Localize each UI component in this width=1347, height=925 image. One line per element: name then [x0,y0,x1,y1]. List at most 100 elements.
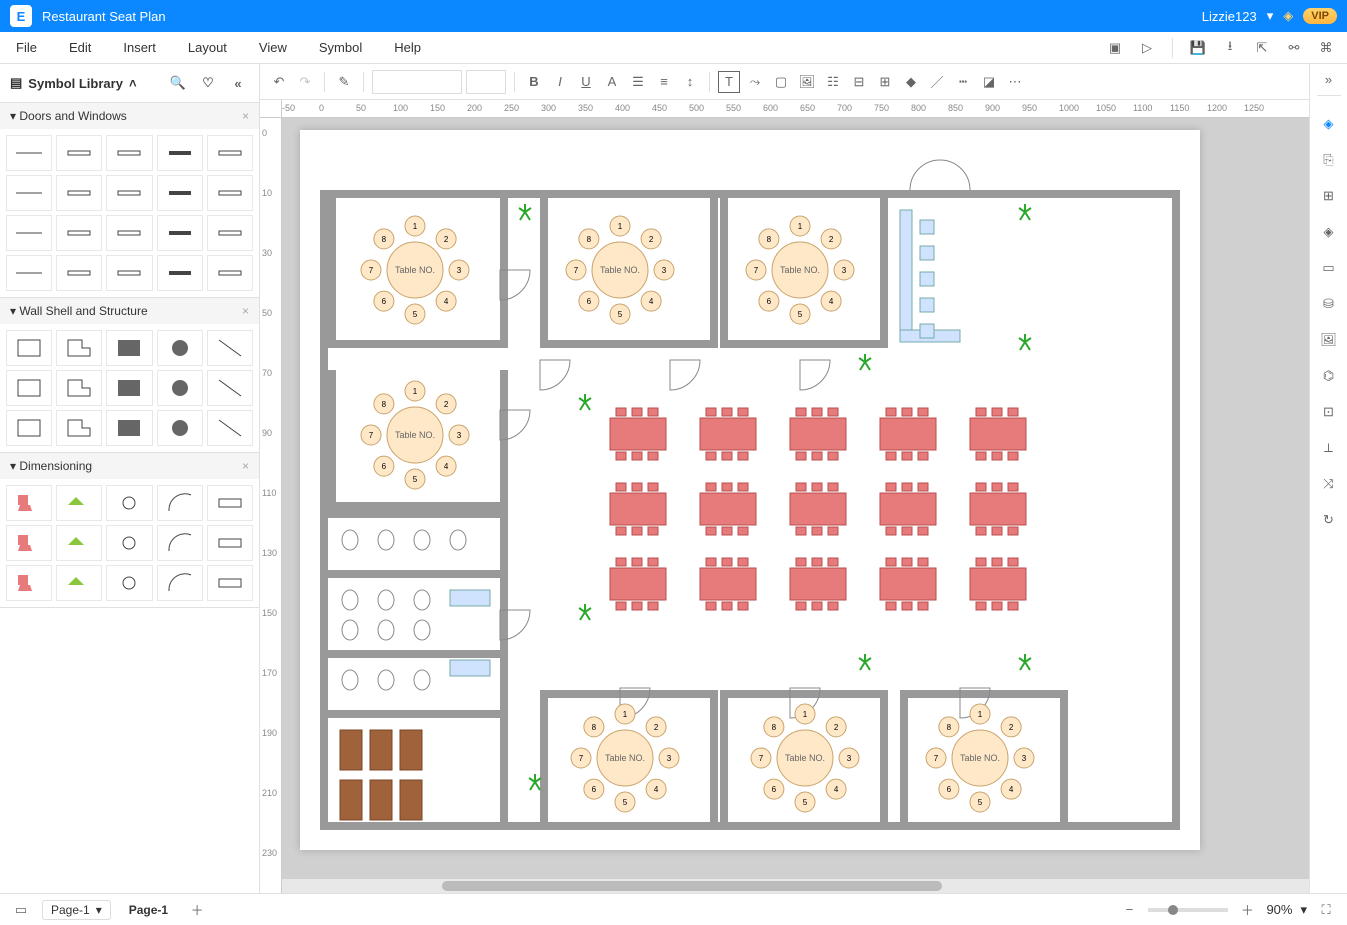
align-objects-icon[interactable]: ⊟ [848,71,870,93]
lib-symbol[interactable] [207,485,253,521]
canvas-area[interactable]: -500501001502002503003504004505005506006… [260,100,1309,893]
reception-counter[interactable] [900,210,960,342]
layers-icon[interactable]: ◈ [1317,220,1341,244]
zoom-slider[interactable] [1148,908,1228,912]
theme-icon[interactable]: ◈ [1317,112,1341,136]
rect-table[interactable] [610,408,666,460]
lib-symbol[interactable] [207,525,253,561]
search-icon[interactable]: 🔍 [167,72,189,94]
lib-symbol[interactable] [207,255,253,291]
lib-section-header[interactable]: ▾ Doors and Windows× [0,103,259,129]
page-layout-icon[interactable]: ▭ [10,899,32,921]
font-size-input[interactable] [466,70,506,94]
close-icon[interactable]: × [242,304,249,318]
floorplan-drawing[interactable]: Table NO.12345678 Table NO.12345678 Table … [320,150,1180,830]
plant-icon[interactable] [859,654,871,670]
share-icon[interactable]: ⚯ [1283,37,1305,59]
lib-symbol[interactable] [56,330,102,366]
download-icon[interactable]: ⭳ [1219,37,1241,59]
lib-symbol[interactable] [6,175,52,211]
menu-edit[interactable]: Edit [63,40,97,55]
lib-symbol[interactable] [6,410,52,446]
history-icon[interactable]: ↻ [1317,508,1341,532]
round-table[interactable]: Table NO.12345678 [361,381,469,489]
menu-file[interactable]: File [10,40,43,55]
rect-table[interactable] [610,558,666,610]
toilet-icon[interactable] [378,530,394,550]
expand-panel-icon[interactable]: » [1317,72,1341,96]
lib-symbol[interactable] [157,565,203,601]
plant-icon[interactable] [529,774,541,790]
ruler-icon[interactable]: ⟂ [1317,436,1341,460]
lib-symbol[interactable] [157,330,203,366]
slides-icon[interactable]: ▭ [1317,256,1341,280]
lib-symbol[interactable] [6,370,52,406]
lib-symbol[interactable] [6,135,52,171]
lib-symbol[interactable] [6,565,52,601]
lib-symbol[interactable] [207,175,253,211]
plant-icon[interactable] [1019,204,1031,220]
collapse-icon[interactable]: « [227,72,249,94]
lib-symbol[interactable] [157,370,203,406]
rect-table[interactable] [700,483,756,535]
lib-symbol[interactable] [157,525,203,561]
grid-panel-icon[interactable]: ⊞ [1317,184,1341,208]
plant-icon[interactable] [1019,654,1031,670]
lib-symbol[interactable] [207,215,253,251]
presentation-icon[interactable]: ▣ [1104,37,1126,59]
lib-symbol[interactable] [106,525,152,561]
lib-symbol[interactable] [106,565,152,601]
zoom-out-icon[interactable]: − [1118,899,1140,921]
lib-symbol[interactable] [207,370,253,406]
rect-table[interactable] [880,483,936,535]
lib-symbol[interactable] [157,135,203,171]
plant-icon[interactable] [1019,334,1031,350]
lib-symbol[interactable] [157,255,203,291]
list-icon[interactable]: ≡ [653,71,675,93]
arrange-icon[interactable]: ☷ [822,71,844,93]
underline-icon[interactable]: U [575,71,597,93]
lib-symbol[interactable] [56,255,102,291]
chevron-down-icon[interactable]: ▾ [1300,902,1307,918]
rect-table[interactable] [700,558,756,610]
close-icon[interactable]: × [242,109,249,123]
bold-icon[interactable]: B [523,71,545,93]
export-panel-icon[interactable]: ⎘ [1317,148,1341,172]
shadow-icon[interactable]: ◪ [978,71,1000,93]
lib-symbol[interactable] [6,525,52,561]
round-table[interactable]: Table NO.12345678 [926,704,1034,812]
binoculars-icon[interactable]: ⌘ [1315,37,1337,59]
lib-symbol[interactable] [6,330,52,366]
image-icon[interactable]: 🖼 [796,71,818,93]
menu-symbol[interactable]: Symbol [313,40,368,55]
font-name-input[interactable] [372,70,462,94]
lib-symbol[interactable] [207,330,253,366]
line-icon[interactable]: ／ [926,71,948,93]
fullscreen-icon[interactable]: ⛶ [1315,899,1337,921]
lib-symbol[interactable] [106,370,152,406]
text-tool-icon[interactable]: T [718,71,740,93]
menu-layout[interactable]: Layout [182,40,233,55]
export-icon[interactable]: ⇱ [1251,37,1273,59]
shuffle-icon[interactable]: ⤨ [1317,472,1341,496]
lib-section-header[interactable]: ▾ Wall Shell and Structure× [0,298,259,324]
page-tab[interactable]: Page-1 [121,903,176,917]
picture-icon[interactable]: 🖼 [1317,328,1341,352]
toilet-icon[interactable] [450,530,466,550]
lib-symbol[interactable] [157,485,203,521]
chevron-up-icon[interactable]: ˄ [129,76,137,91]
tree-icon[interactable]: ⌬ [1317,364,1341,388]
heart-icon[interactable]: ♡ [197,72,219,94]
redo-icon[interactable]: ↷ [294,71,316,93]
lib-symbol[interactable] [207,410,253,446]
data-icon[interactable]: ⛁ [1317,292,1341,316]
rect-table[interactable] [700,408,756,460]
lib-symbol[interactable] [6,485,52,521]
lib-symbol[interactable] [56,485,102,521]
menu-view[interactable]: View [253,40,293,55]
menu-help[interactable]: Help [388,40,427,55]
fill-icon[interactable]: ◆ [900,71,922,93]
canvas-page[interactable]: Table NO.12345678 Table NO.12345678 Table … [300,130,1200,850]
menu-insert[interactable]: Insert [117,40,162,55]
round-table[interactable]: Table NO.12345678 [751,704,859,812]
